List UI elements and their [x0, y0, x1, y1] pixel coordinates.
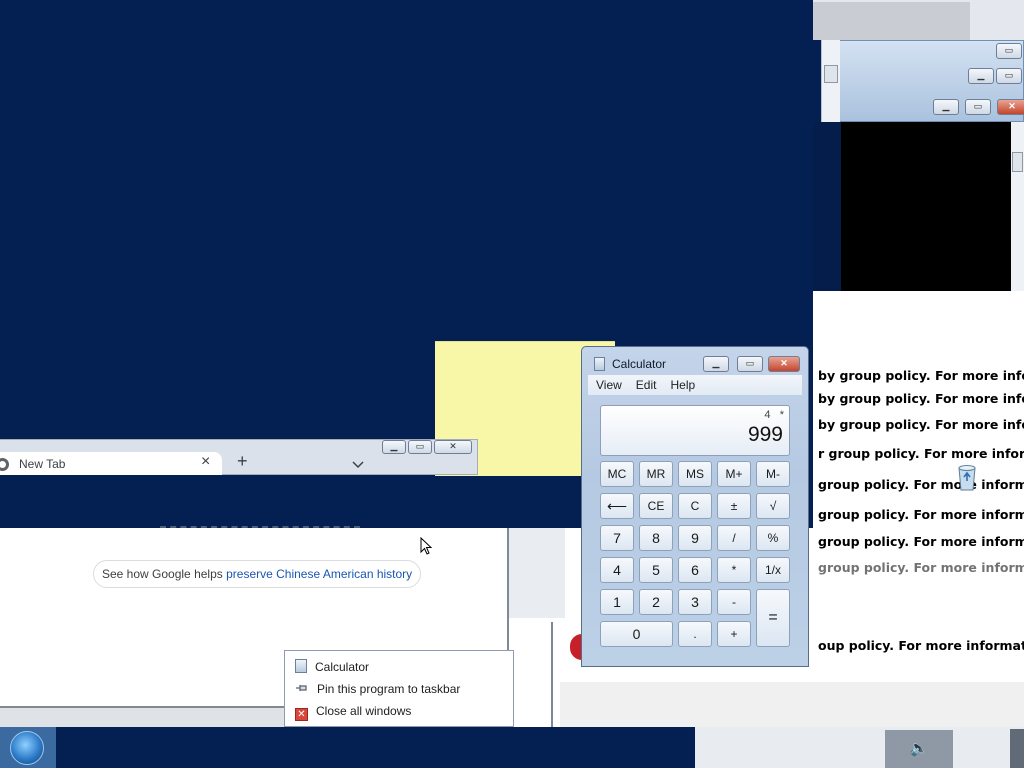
- document-text-line: group policy. For more information: [818, 560, 1024, 575]
- menu-view[interactable]: View: [588, 375, 628, 392]
- show-desktop-button[interactable]: [1010, 729, 1024, 768]
- window-close-button[interactable]: ✕: [768, 356, 800, 372]
- key-decimal[interactable]: .: [678, 621, 712, 647]
- key-1[interactable]: 1: [600, 589, 634, 615]
- document-text-line: group policy. For more information: [818, 534, 1024, 549]
- window-restore-button[interactable]: ▭: [965, 99, 991, 115]
- jump-list-label: Close all windows: [316, 704, 412, 718]
- key-m-minus[interactable]: M-: [756, 461, 790, 487]
- close-icon: ✕: [295, 708, 308, 721]
- document-text-line: group policy. For more information: [818, 477, 1024, 492]
- chip-link[interactable]: preserve Chinese American history: [226, 567, 412, 581]
- background-window-border: [551, 622, 553, 727]
- document-text-line: oup policy. For more information,: [818, 638, 1024, 653]
- volume-button[interactable]: 🔈: [885, 730, 953, 768]
- taskbar-jump-list: Calculator Pin this program to taskbar ✕…: [284, 650, 514, 727]
- jump-list-item-close-all[interactable]: ✕ Close all windows: [295, 702, 412, 721]
- background-window-title-block: [813, 2, 970, 40]
- key-5[interactable]: 5: [639, 557, 673, 583]
- window-close-button[interactable]: ✕: [997, 99, 1024, 115]
- taskbar-shadow: [0, 708, 284, 727]
- scrollbar[interactable]: [1011, 122, 1024, 291]
- key-m-plus[interactable]: M+: [717, 461, 751, 487]
- key-ms[interactable]: MS: [678, 461, 712, 487]
- speaker-icon: 🔈: [909, 740, 929, 757]
- background-window-footer: [560, 682, 1024, 727]
- window-title: Calculator: [612, 357, 667, 371]
- key-2[interactable]: 2: [639, 589, 673, 615]
- key-plus-minus[interactable]: ±: [717, 493, 751, 519]
- window-maximize-button[interactable]: ▭: [408, 440, 432, 454]
- window-minimize-button[interactable]: ▁: [703, 356, 729, 372]
- calculator-window[interactable]: Calculator ▁ ▭ ✕ View Edit Help 4 * 999 MC…: [581, 346, 809, 667]
- key-4[interactable]: 4: [600, 557, 634, 583]
- menu-help[interactable]: Help: [662, 375, 701, 392]
- key-sqrt[interactable]: √: [756, 493, 790, 519]
- jump-list-label: Pin this program to taskbar: [317, 682, 461, 696]
- calculator-app-icon: [594, 357, 605, 371]
- chip-text: See how Google helps: [102, 567, 227, 581]
- window-close-button[interactable]: ✕: [434, 440, 472, 454]
- menu-bar: View Edit Help: [588, 375, 802, 395]
- window-maximize-button[interactable]: ▭: [737, 356, 763, 372]
- recycle-bin-icon[interactable]: [956, 463, 978, 491]
- calculator-display: 4 * 999: [600, 405, 790, 456]
- document-text-line: by group policy. For more informa: [818, 417, 1024, 432]
- window-minimize-button[interactable]: ▁: [382, 440, 406, 454]
- result-display: 999: [747, 423, 783, 446]
- expression-display: 4 *: [764, 409, 784, 421]
- key-backspace[interactable]: ⟵: [600, 493, 634, 519]
- scrollbar-thumb[interactable]: [824, 65, 838, 83]
- shortcut-labels-clipped: [160, 526, 360, 529]
- jump-list-item-calculator[interactable]: Calculator: [295, 658, 369, 676]
- key-8[interactable]: 8: [639, 525, 673, 551]
- jump-list-item-pin[interactable]: Pin this program to taskbar: [295, 680, 460, 698]
- tab-list-chevron-icon[interactable]: [352, 458, 364, 469]
- document-text-line: group policy. For more information: [818, 507, 1024, 522]
- key-add[interactable]: +: [717, 621, 751, 647]
- terminal-pane: [813, 122, 1011, 291]
- window-minimize-button[interactable]: ▁: [933, 99, 959, 115]
- key-3[interactable]: 3: [678, 589, 712, 615]
- key-multiply[interactable]: *: [717, 557, 751, 583]
- key-0[interactable]: 0: [600, 621, 673, 647]
- key-divide[interactable]: /: [717, 525, 751, 551]
- new-tab-button[interactable]: +: [237, 451, 248, 472]
- window-minimize-button[interactable]: ▁: [968, 68, 994, 84]
- windows-logo-icon: [10, 731, 44, 765]
- key-equals[interactable]: =: [756, 589, 790, 647]
- key-6[interactable]: 6: [678, 557, 712, 583]
- key-reciprocal[interactable]: 1/x: [756, 557, 790, 583]
- mouse-cursor: [420, 536, 433, 555]
- jump-list-label: Calculator: [315, 660, 370, 674]
- tab-close-icon[interactable]: ×: [201, 453, 210, 471]
- expression-operator: *: [779, 409, 784, 421]
- scrollbar-thumb[interactable]: [1012, 152, 1023, 172]
- start-button[interactable]: [0, 727, 56, 768]
- menu-edit[interactable]: Edit: [628, 375, 663, 392]
- doodle-chip[interactable]: See how Google helps preserve Chinese Am…: [93, 560, 422, 588]
- document-text-line: r group policy. For more informati: [818, 446, 1024, 461]
- key-7[interactable]: 7: [600, 525, 634, 551]
- key-9[interactable]: 9: [678, 525, 712, 551]
- window-restore-button[interactable]: ▭: [996, 43, 1022, 59]
- key-mr[interactable]: MR: [639, 461, 673, 487]
- key-clear-entry[interactable]: CE: [639, 493, 673, 519]
- scrollbar[interactable]: [821, 40, 840, 122]
- tab-title: New Tab: [19, 457, 66, 471]
- document-text-line: by group policy. For more informa: [818, 391, 1024, 406]
- pin-icon: [295, 681, 309, 695]
- window-restore-button[interactable]: ▭: [996, 68, 1022, 84]
- key-mc[interactable]: MC: [600, 461, 634, 487]
- expression-left: 4: [764, 409, 771, 421]
- key-subtract[interactable]: -: [717, 589, 751, 615]
- key-percent[interactable]: %: [756, 525, 790, 551]
- key-clear[interactable]: C: [678, 493, 712, 519]
- document-text-line: by group policy. For more informa: [818, 368, 1024, 383]
- calculator-icon: [295, 659, 307, 673]
- notification-area: [695, 727, 1024, 768]
- background-window-caption: [830, 40, 1024, 122]
- background-window-edge: [509, 528, 565, 618]
